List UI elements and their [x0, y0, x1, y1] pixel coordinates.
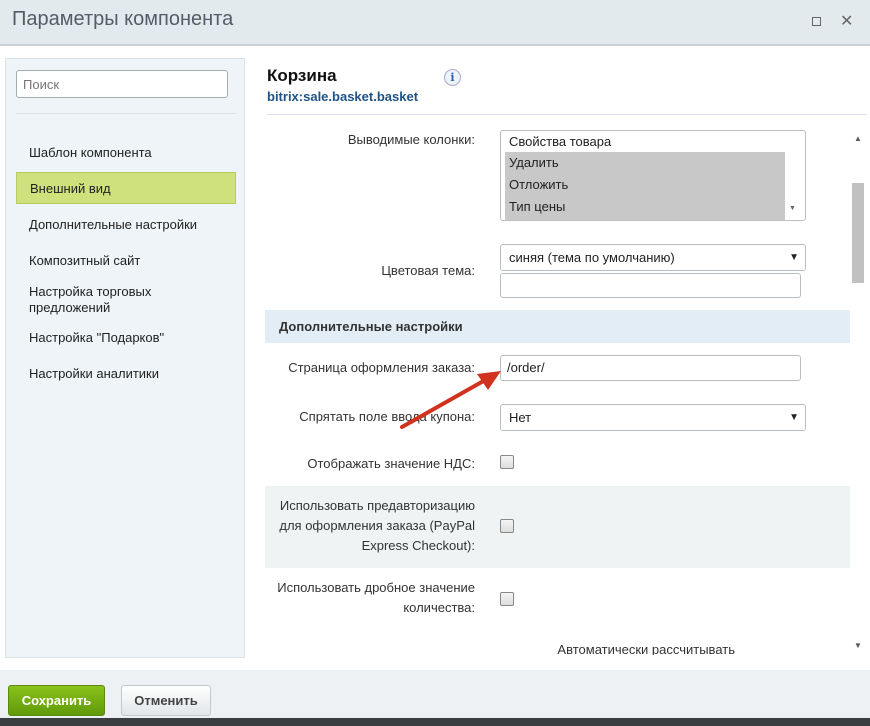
dialog-title: Параметры компонента: [12, 8, 234, 30]
close-icon[interactable]: ✕: [840, 11, 853, 31]
fractional-checkbox[interactable]: [500, 592, 514, 606]
sidebar-item-offers[interactable]: Настройка торговых предложений: [16, 284, 196, 316]
search-input[interactable]: [16, 70, 228, 98]
theme-value: синяя (тема по умолчанию): [509, 250, 675, 265]
bottom-bar: [0, 718, 870, 726]
fractional-label: Использовать дробное значение количества…: [277, 580, 475, 615]
cancel-button[interactable]: Отменить: [121, 685, 211, 716]
scroll-down-icon[interactable]: ▼: [854, 641, 862, 650]
scroll-down-icon[interactable]: ▼: [789, 205, 796, 212]
hide-coupon-value: Нет: [509, 410, 532, 425]
arrow-annotation: [400, 371, 501, 429]
scroll-up-icon[interactable]: ▲: [854, 134, 862, 143]
theme-select[interactable]: синяя (тема по умолчанию) ▼: [500, 244, 806, 271]
theme-label: Цветовая тема:: [381, 263, 475, 278]
sidebar-item-analytics[interactable]: Настройки аналитики: [16, 366, 236, 382]
save-button[interactable]: Сохранить: [8, 685, 105, 716]
sidebar-item-appearance[interactable]: Внешний вид: [16, 172, 236, 204]
sidebar: Шаблон компонента Внешний вид Дополнител…: [5, 58, 245, 658]
sidebar-item-template[interactable]: Шаблон компонента: [16, 145, 236, 161]
sidebar-item-composite[interactable]: Композитный сайт: [16, 253, 236, 269]
list-option[interactable]: Отложить: [505, 174, 785, 196]
divider: [16, 113, 236, 114]
chevron-down-icon: ▼: [789, 252, 799, 263]
clip: Автоматически рассчитывать: [265, 640, 850, 655]
preauth-checkbox[interactable]: [500, 519, 514, 533]
hide-coupon-select[interactable]: Нет ▼: [500, 404, 806, 431]
list-option[interactable]: Удалить: [505, 152, 785, 174]
list-option[interactable]: Свойства товара: [505, 131, 785, 153]
order-page-input[interactable]: /order/: [500, 355, 801, 381]
columns-listbox[interactable]: Свойства товара Удалить Отложить Тип цен…: [500, 130, 806, 221]
section-header: Дополнительные настройки: [265, 310, 850, 343]
auto-label: Автоматически рассчитывать: [557, 642, 735, 655]
maximize-icon[interactable]: [812, 17, 821, 26]
list-option[interactable]: Тип цены: [505, 196, 785, 220]
vat-label: Отображать значение НДС:: [307, 456, 475, 471]
vat-checkbox[interactable]: [500, 455, 514, 469]
component-code: bitrix:sale.basket.basket: [267, 89, 419, 104]
divider: [267, 114, 867, 115]
scrollbar-thumb[interactable]: [852, 183, 864, 283]
component-title: Корзина: [267, 66, 337, 85]
chevron-down-icon: ▼: [789, 412, 799, 423]
sidebar-item-gifts[interactable]: Настройка "Подарков": [16, 330, 236, 346]
theme-extra-input[interactable]: [500, 273, 801, 298]
sidebar-item-additional[interactable]: Дополнительные настройки: [16, 217, 236, 233]
info-icon[interactable]: i: [444, 69, 461, 86]
preauth-label: Использовать предавторизацию для оформле…: [279, 498, 475, 553]
columns-label: Выводимые колонки:: [347, 132, 475, 147]
